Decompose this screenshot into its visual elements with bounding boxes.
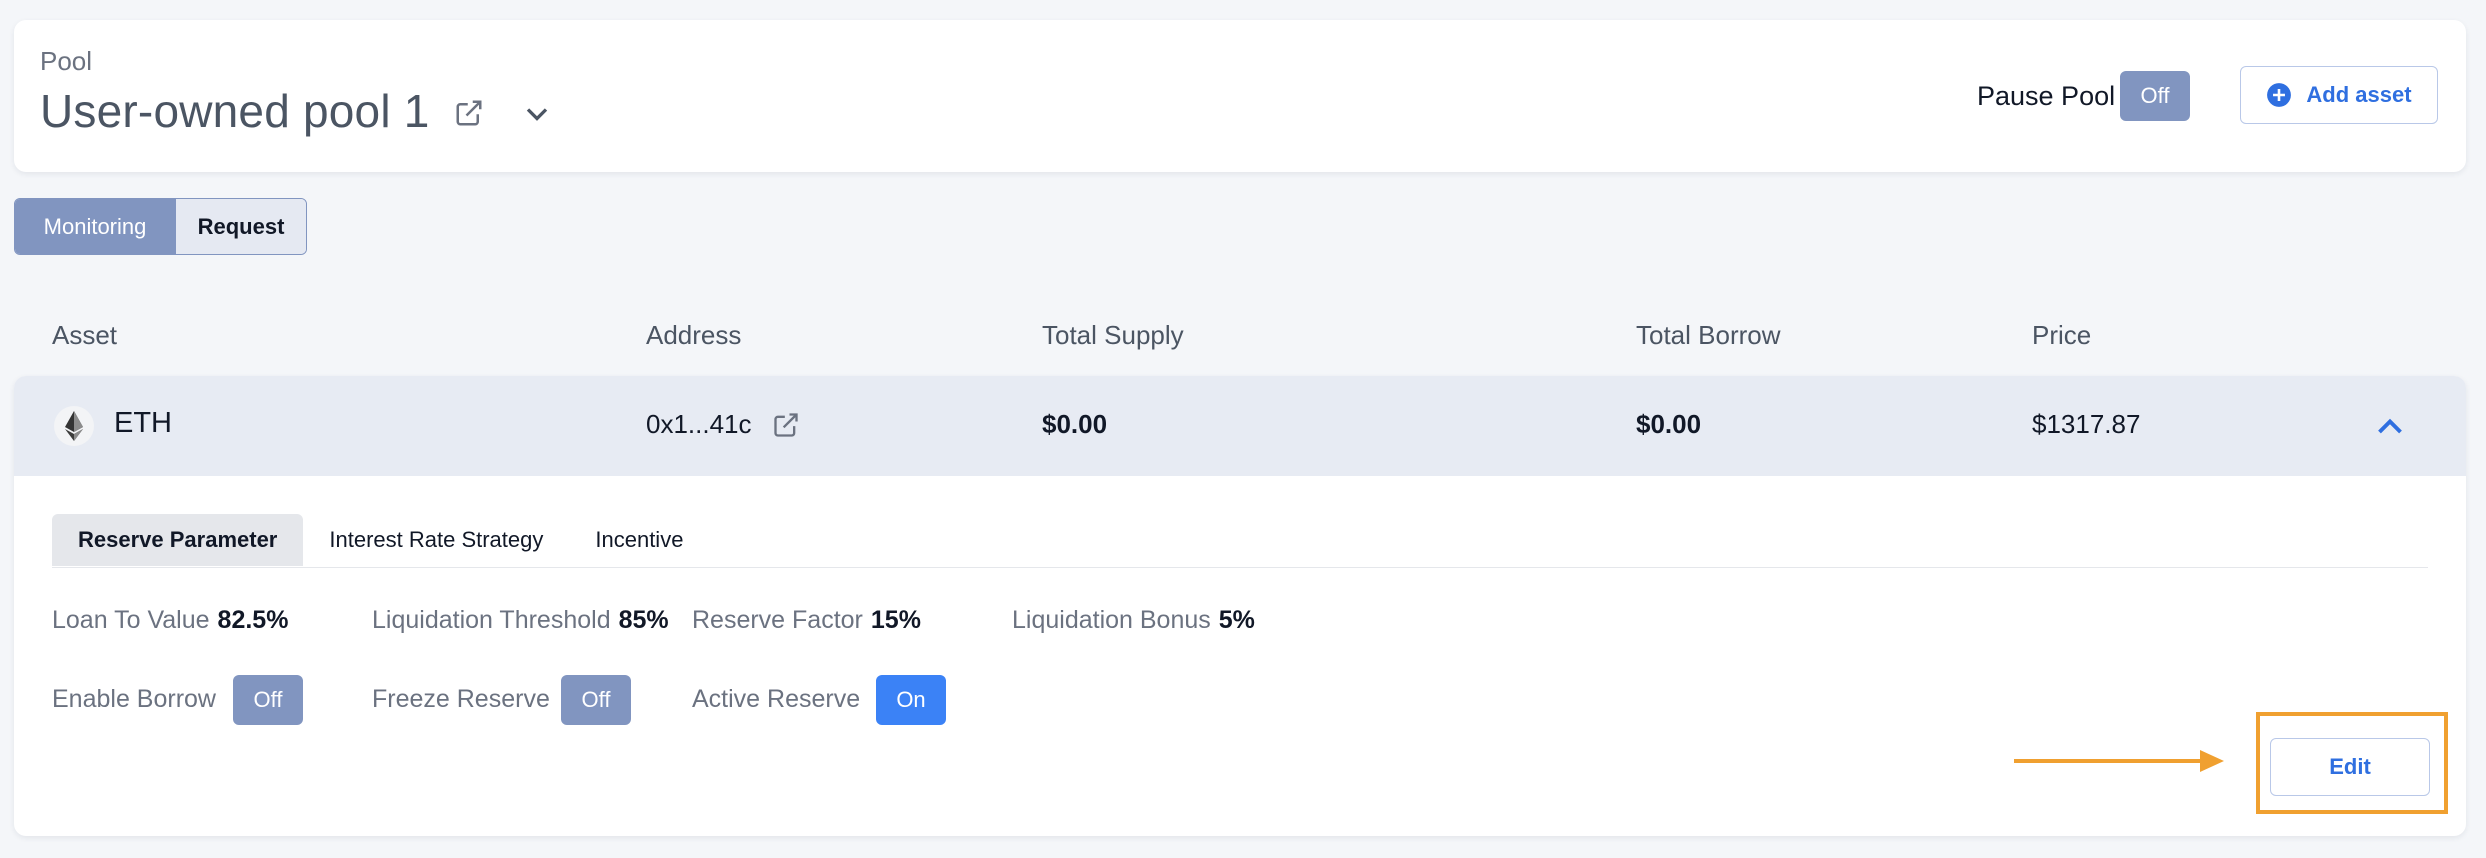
active-reserve-toggle[interactable]: On xyxy=(876,675,946,725)
edit-button[interactable]: Edit xyxy=(2270,738,2430,796)
add-asset-button[interactable]: Add asset xyxy=(2240,66,2438,124)
asset-name: ETH xyxy=(114,407,172,439)
tab-reserve-parameter[interactable]: Reserve Parameter xyxy=(52,514,304,566)
param-value: 82.5% xyxy=(217,606,289,634)
table-row[interactable]: ETH 0x1...41c $0.00 $0.00 $1317.87 xyxy=(14,376,2466,476)
total-borrow-value: $0.00 xyxy=(1636,409,1702,439)
param-reserve-factor: Reserve Factor 15% xyxy=(692,606,921,635)
pause-pool-toggle[interactable]: Off xyxy=(2120,71,2190,121)
param-liquidation-bonus: Liquidation Bonus 5% xyxy=(1012,606,1255,635)
param-value: 15% xyxy=(870,606,921,634)
column-header-total-borrow: Total Borrow xyxy=(1636,320,1781,350)
column-header-asset: Asset xyxy=(52,320,118,350)
enable-borrow-toggle[interactable]: Off xyxy=(233,675,303,725)
price-value: $1317.87 xyxy=(2032,409,2141,439)
tab-request[interactable]: Request xyxy=(175,199,306,254)
detail-tabs: Reserve Parameter Interest Rate Strategy… xyxy=(52,514,2428,568)
freeze-reserve-toggle[interactable]: Off xyxy=(561,675,631,725)
plus-circle-icon xyxy=(2267,83,2292,107)
active-reserve-label: Active Reserve xyxy=(692,685,861,713)
param-label: Liquidation Bonus xyxy=(1012,606,1211,634)
asset-detail-card: ETH 0x1...41c $0.00 $0.00 $1317.87 Reser… xyxy=(14,376,2466,836)
total-supply-value: $0.00 xyxy=(1042,409,1108,439)
add-asset-label: Add asset xyxy=(2306,82,2412,107)
column-header-total-supply: Total Supply xyxy=(1042,320,1184,350)
tab-interest-rate-strategy[interactable]: Interest Rate Strategy xyxy=(303,514,569,566)
external-link-icon[interactable] xyxy=(454,98,484,128)
tab-monitoring[interactable]: Monitoring xyxy=(15,199,175,254)
eth-icon xyxy=(54,406,94,446)
pool-label: Pool xyxy=(40,46,93,76)
param-label: Loan To Value xyxy=(52,606,210,634)
param-value: 85% xyxy=(618,606,669,634)
chevron-down-icon[interactable] xyxy=(519,96,555,132)
column-header-address: Address xyxy=(646,320,742,350)
view-switcher: Monitoring Request xyxy=(14,198,307,255)
freeze-reserve-label: Freeze Reserve xyxy=(372,685,550,713)
param-label: Liquidation Threshold xyxy=(372,606,611,634)
column-header-price: Price xyxy=(2032,320,2092,350)
pool-header-card: Pool User-owned pool 1 Pause Pool Off Ad… xyxy=(14,20,2466,172)
enable-borrow-label: Enable Borrow xyxy=(52,685,216,713)
external-link-icon[interactable] xyxy=(772,411,800,439)
arrow-right-icon xyxy=(2014,750,2224,772)
chevron-up-icon[interactable] xyxy=(2370,408,2410,444)
param-liquidation-threshold: Liquidation Threshold 85% xyxy=(372,606,669,635)
tab-incentive[interactable]: Incentive xyxy=(569,514,709,566)
asset-address: 0x1...41c xyxy=(646,409,752,439)
pause-pool-label: Pause Pool xyxy=(1977,81,2116,111)
param-label: Reserve Factor xyxy=(692,606,863,634)
param-value: 5% xyxy=(1218,606,1255,634)
pool-title: User-owned pool 1 xyxy=(40,85,430,137)
param-loan-to-value: Loan To Value 82.5% xyxy=(52,606,288,635)
